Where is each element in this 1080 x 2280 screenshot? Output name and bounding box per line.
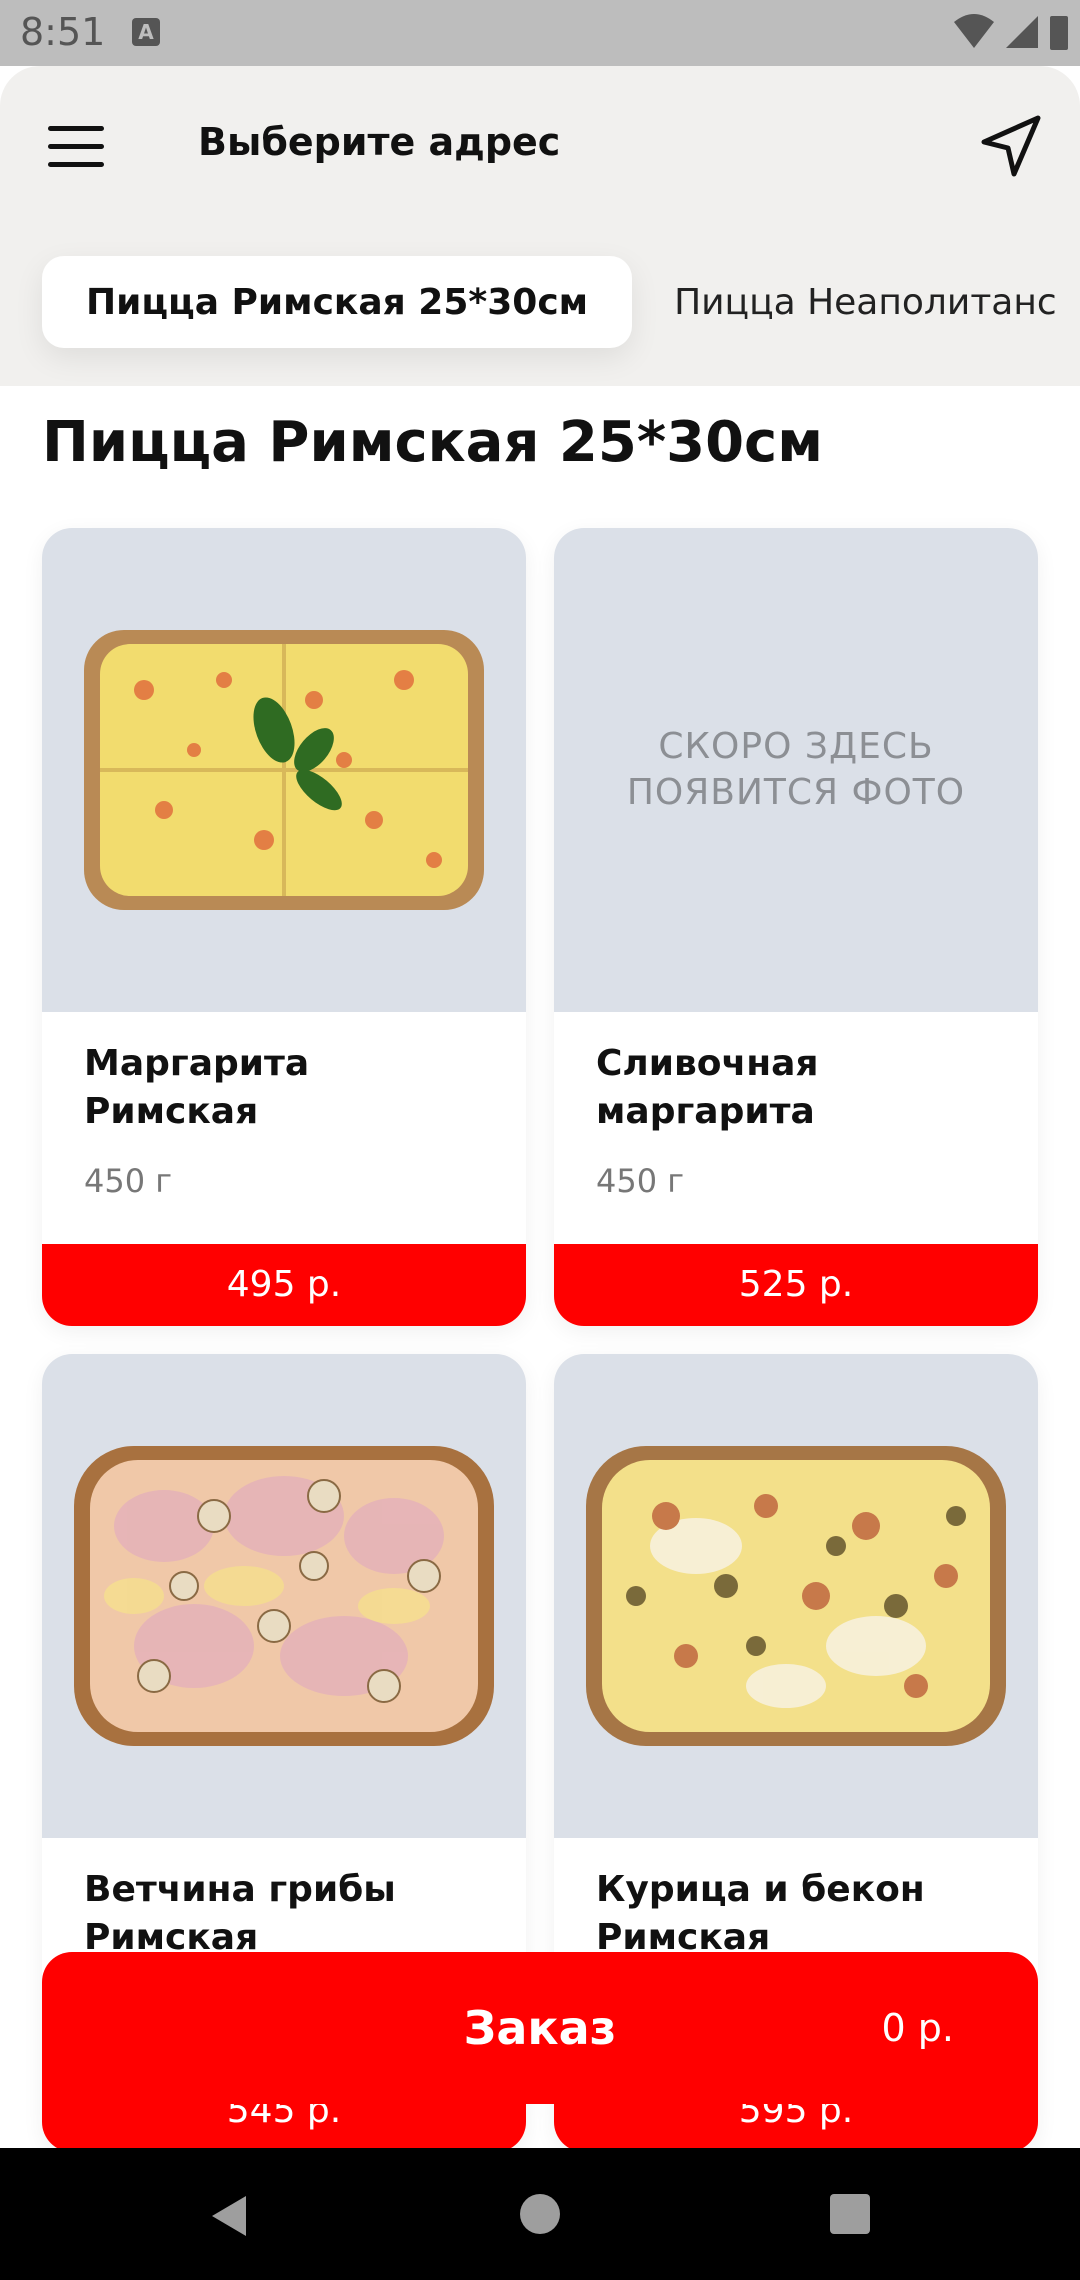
- location-arrow-icon[interactable]: [976, 112, 1046, 182]
- photo-placeholder-text: СКОРО ЗДЕСЬ ПОЯВИТСЯ ФОТО: [626, 726, 966, 813]
- wifi-icon: [954, 14, 994, 48]
- pizza-margarita-image: [84, 630, 484, 910]
- status-icons: [952, 12, 1070, 52]
- price-button[interactable]: 495 р.: [42, 1244, 526, 1326]
- order-button[interactable]: Заказ 0 р.: [42, 1952, 1038, 2104]
- header: Выберите адрес Пицца Римская 25*30см Пиц…: [0, 66, 1080, 386]
- back-icon[interactable]: [208, 2194, 248, 2238]
- product-photo: [42, 528, 526, 1012]
- product-info: Маргарита Римская 450 г: [42, 1012, 526, 1244]
- section-title: Пицца Римская 25*30см: [42, 410, 824, 475]
- product-name: Маргарита Римская: [84, 1043, 310, 1132]
- notification-a-icon: A: [132, 18, 160, 46]
- product-card[interactable]: Маргарита Римская 450 г 495 р.: [42, 528, 526, 1326]
- pizza-chicken-bacon-image: [586, 1446, 1006, 1746]
- tab-pizza-rimskaya[interactable]: Пицца Римская 25*30см: [42, 256, 633, 348]
- order-total: 0 р.: [881, 2006, 954, 2050]
- address-selector[interactable]: Выберите адрес: [198, 120, 560, 164]
- price-button[interactable]: 525 р.: [554, 1244, 1038, 1326]
- product-photo-placeholder: СКОРО ЗДЕСЬ ПОЯВИТСЯ ФОТО: [554, 528, 1038, 1012]
- product-photo: [554, 1354, 1038, 1838]
- category-tabs: Пицца Римская 25*30см Пицца Неаполитанс: [42, 256, 1057, 348]
- recent-apps-icon[interactable]: [830, 2194, 870, 2234]
- product-weight: 450 г: [596, 1162, 685, 1200]
- tab-pizza-neapolitan[interactable]: Пицца Неаполитанс: [674, 282, 1057, 323]
- pizza-ham-mushroom-image: [74, 1446, 494, 1746]
- home-icon[interactable]: [520, 2194, 560, 2234]
- system-nav-bar: [0, 2148, 1080, 2280]
- product-weight: 450 г: [84, 1162, 173, 1200]
- product-name: Ветчина грибы Римская: [84, 1869, 396, 1958]
- product-name: Курица и бекон Римская: [596, 1869, 925, 1958]
- product-photo: [42, 1354, 526, 1838]
- product-name: Сливочная маргарита: [596, 1043, 819, 1132]
- battery-icon: [1050, 16, 1068, 50]
- product-card[interactable]: СКОРО ЗДЕСЬ ПОЯВИТСЯ ФОТО Сливочная марг…: [554, 528, 1038, 1326]
- hamburger-menu-icon[interactable]: [48, 126, 104, 170]
- status-bar: 8:51 A: [0, 0, 1080, 66]
- status-time: 8:51: [20, 10, 106, 54]
- signal-icon: [1006, 16, 1038, 48]
- product-info: Сливочная маргарита 450 г: [554, 1012, 1038, 1244]
